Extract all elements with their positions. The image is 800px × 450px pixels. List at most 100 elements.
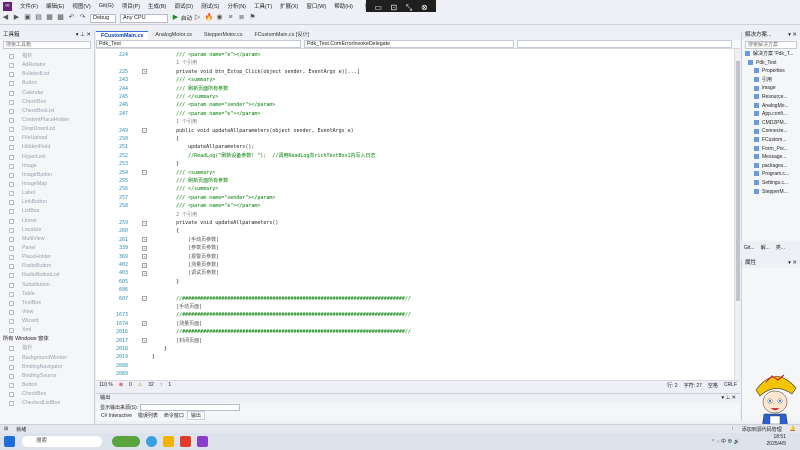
code-line[interactable]: 1 个引用 — [152, 59, 197, 67]
fold-toggle-icon[interactable]: + — [142, 69, 147, 75]
menu-item[interactable]: 文件(F) — [16, 2, 42, 10]
line-indicator[interactable]: 行: 2 — [667, 382, 678, 389]
toolbox-item[interactable]: HyperLink — [0, 153, 94, 162]
solution-item[interactable]: AnalogMo... — [742, 102, 800, 111]
toolbox-item[interactable]: Button — [0, 381, 94, 390]
solution-item[interactable]: Pdk_Test — [742, 59, 800, 68]
code-line[interactable]: public void updateAllparameters(object s… — [152, 127, 354, 135]
menu-item[interactable]: 编辑(E) — [42, 2, 68, 10]
toolbox-item[interactable]: BulletedList — [0, 70, 94, 79]
code-line[interactable]: [测量页参数] — [152, 261, 219, 269]
solution-item[interactable]: image — [742, 84, 800, 93]
toolbox-item[interactable]: RadioButtonList — [0, 271, 94, 280]
toolbox-search-input[interactable]: 搜索工具箱 — [3, 41, 91, 49]
solution-panel-tab[interactable]: 解... — [758, 244, 773, 251]
code-line[interactable]: 1 个引用 — [152, 118, 197, 126]
line-ending-indicator[interactable]: CRLF — [724, 382, 737, 388]
solution-controls-icon[interactable]: ▾ ✕ — [788, 31, 797, 40]
toolbox-item[interactable]: Substitution — [0, 281, 94, 290]
solution-item[interactable]: FCustom... — [742, 136, 800, 145]
toolbox-item[interactable]: LinkButton — [0, 198, 94, 207]
toolbox-item[interactable]: TextBox — [0, 299, 94, 308]
start-menu-icon[interactable] — [4, 436, 15, 447]
output-window-controls-icon[interactable]: ▾ ⊥ ✕ — [721, 394, 736, 403]
column-indicator[interactable]: 字符: 27 — [684, 382, 702, 389]
tab-4[interactable]: FCustomMain.cs [设计] — [249, 31, 314, 40]
toolbox-item[interactable]: Image — [0, 162, 94, 171]
code-line[interactable]: private void updateAllparameters() — [152, 219, 278, 227]
code-editor[interactable]: 224 225 243 244 245 246 247 249 250 251 252 253 254 2… — [96, 49, 740, 380]
properties-controls-icon[interactable]: ▾ ✕ — [788, 259, 797, 268]
file-explorer-icon[interactable] — [163, 436, 174, 447]
tray-icons[interactable]: ⌃ ◌ 中 ⊕ 🔊 — [711, 438, 740, 445]
toolbox-item[interactable]: Xml — [0, 326, 94, 335]
solution-item[interactable]: StepperM... — [742, 188, 800, 197]
fold-toggle-icon[interactable]: + — [142, 245, 147, 251]
desktop-mascot-icon[interactable] — [752, 368, 798, 430]
toolbox-item[interactable]: Button — [0, 79, 94, 88]
toolbox-item[interactable]: ListBox — [0, 207, 94, 216]
code-line[interactable]: //######################################… — [152, 328, 411, 336]
code-line[interactable]: /// <param name="sender"></param> — [152, 101, 275, 109]
solution-item[interactable]: Form_Poi... — [742, 145, 800, 154]
save-icon[interactable]: ▦ — [46, 14, 54, 22]
toolbox-item[interactable]: ImageMap — [0, 180, 94, 189]
system-clock[interactable]: 18:51 2025/4/5 — [767, 434, 786, 447]
toolbox-item[interactable]: CheckBox — [0, 98, 94, 107]
solution-item[interactable]: Message... — [742, 153, 800, 162]
start-button[interactable]: 启动 — [181, 14, 192, 22]
platform-select[interactable]: Any CPU — [120, 13, 168, 23]
fold-toggle-icon[interactable]: + — [142, 270, 147, 276]
fold-toggle-icon[interactable]: − — [142, 170, 147, 176]
toolbox-item[interactable]: HiddenField — [0, 143, 94, 152]
toolbox-item[interactable]: View — [0, 308, 94, 317]
open-icon[interactable]: ▤ — [35, 14, 43, 22]
output-tab[interactable]: 命令窗口 — [161, 412, 187, 419]
run-without-debug-icon[interactable]: ▷ — [194, 14, 202, 22]
code-line[interactable]: /// </summary> — [152, 93, 218, 101]
menu-item[interactable]: 分析(N) — [223, 2, 250, 10]
toolbox-item[interactable]: BindingNavigator — [0, 363, 94, 372]
format-icon[interactable]: ≡ — [227, 14, 235, 22]
class-select[interactable]: Pdk_Test.ComErrorInvokeDelegate — [304, 40, 514, 48]
toolbox-item[interactable]: CheckBoxList — [0, 107, 94, 116]
code-line[interactable]: /// <param name="e"></param> — [152, 110, 260, 118]
output-tab[interactable]: 错误列表 — [135, 412, 161, 419]
config-select[interactable]: Debug — [90, 13, 116, 23]
zoom-level[interactable]: 110 % — [99, 382, 113, 388]
menu-item[interactable]: 测试(S) — [197, 2, 223, 10]
forward-icon[interactable]: ▶ — [13, 14, 21, 22]
toolbox-item[interactable]: Table — [0, 290, 94, 299]
toolbox-item[interactable]: BackgroundWorker — [0, 354, 94, 363]
menu-item[interactable]: 生成(B) — [144, 2, 170, 10]
toolbox-item[interactable]: Localize — [0, 226, 94, 235]
output-tab[interactable]: 输出 — [186, 411, 205, 420]
toolbox-item[interactable]: CheckedListBox — [0, 399, 94, 408]
toolbox-item[interactable]: AdRotator — [0, 61, 94, 70]
code-line[interactable]: { — [152, 135, 179, 143]
capture-icon[interactable]: ▭ — [374, 3, 382, 12]
edge-icon[interactable] — [146, 436, 157, 447]
region-icon[interactable]: ⊡ — [391, 3, 398, 12]
close-icon[interactable]: ⊗ — [421, 3, 428, 12]
code-line[interactable]: private void btn_Estop_Click(object send… — [152, 68, 360, 76]
toolbox-item[interactable]: Calendar — [0, 89, 94, 98]
solution-item[interactable]: Program.c... — [742, 170, 800, 179]
code-line[interactable]: [报警页参数] — [152, 253, 219, 261]
solution-item[interactable]: Settings.c... — [742, 179, 800, 188]
save-all-icon[interactable]: ▩ — [57, 14, 65, 22]
toolbox-item[interactable]: ImageButton — [0, 171, 94, 180]
editor-vertical-scrollbar[interactable] — [734, 49, 740, 380]
warning-count[interactable]: 32 — [148, 382, 154, 388]
menu-item[interactable]: 项目(P) — [118, 2, 144, 10]
menu-item[interactable]: 视图(V) — [68, 2, 94, 10]
minimize-icon[interactable]: ⤡ — [406, 3, 412, 13]
menu-item[interactable]: Git(G) — [95, 3, 118, 9]
undo-icon[interactable]: ↶ — [68, 14, 76, 22]
menu-item[interactable]: 扩展(X) — [276, 2, 302, 10]
member-select[interactable] — [517, 40, 732, 48]
fold-toggle-icon[interactable]: + — [142, 321, 147, 327]
menu-item[interactable]: 窗口(W) — [302, 2, 330, 10]
solution-item[interactable]: App.confi... — [742, 110, 800, 119]
toolbox-item[interactable]: RadioButton — [0, 262, 94, 271]
